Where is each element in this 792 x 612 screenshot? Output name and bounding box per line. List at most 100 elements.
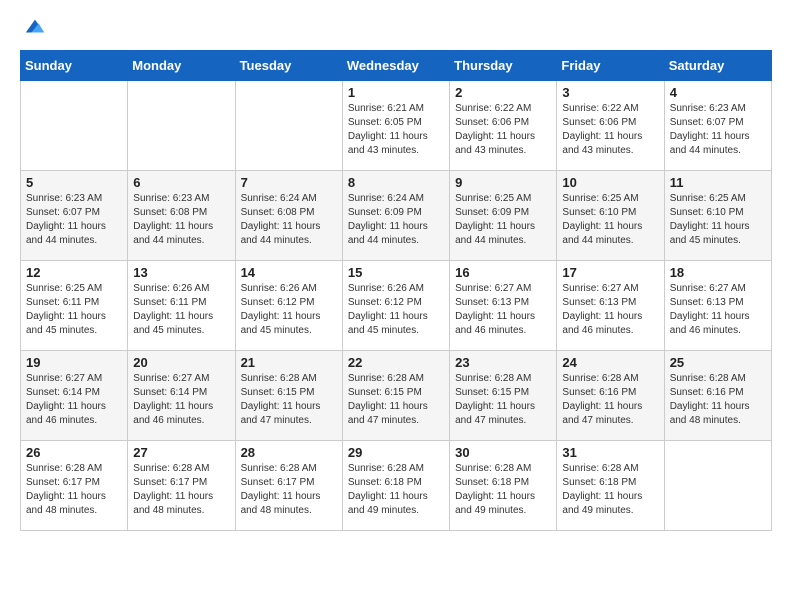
day-info: Sunrise: 6:24 AMSunset: 6:08 PMDaylight:… bbox=[241, 192, 337, 248]
calendar-week-5: 26 Sunrise: 6:28 AMSunset: 6:17 PMDayligh… bbox=[21, 441, 772, 531]
day-info: Sunrise: 6:28 AMSunset: 6:15 PMDaylight:… bbox=[455, 372, 551, 428]
calendar-cell: 16 Sunrise: 6:27 AMSunset: 6:13 PMDayligh… bbox=[450, 261, 557, 351]
logo bbox=[20, 16, 46, 38]
calendar-cell: 30Sunrise: 6:28 AMSunset: 6:18 PMDayligh… bbox=[450, 441, 557, 531]
day-info: Sunrise: 6:28 AMSunset: 6:15 PMDaylight:… bbox=[241, 372, 337, 428]
calendar-cell: 1 Sunrise: 6:21 AMSunset: 6:05 PMDaylight… bbox=[342, 81, 449, 171]
day-info: Sunrise: 6:28 AMSunset: 6:18 PMDaylight:… bbox=[348, 462, 444, 518]
day-info: Sunrise: 6:28 AMSunset: 6:17 PMDaylight:… bbox=[241, 462, 337, 518]
day-number: 30 bbox=[455, 445, 551, 460]
calendar-cell: 20Sunrise: 6:27 AMSunset: 6:14 PMDayligh… bbox=[128, 351, 235, 441]
calendar-cell: 26Sunrise: 6:28 AMSunset: 6:17 PMDayligh… bbox=[21, 441, 128, 531]
calendar-cell: 9 Sunrise: 6:25 AMSunset: 6:09 PMDaylight… bbox=[450, 171, 557, 261]
calendar-week-4: 19Sunrise: 6:27 AMSunset: 6:14 PMDayligh… bbox=[21, 351, 772, 441]
day-number: 24 bbox=[562, 355, 658, 370]
day-info: Sunrise: 6:25 AMSunset: 6:09 PMDaylight:… bbox=[455, 192, 551, 248]
calendar-cell: 12Sunrise: 6:25 AMSunset: 6:11 PMDayligh… bbox=[21, 261, 128, 351]
day-info: Sunrise: 6:26 AMSunset: 6:11 PMDaylight:… bbox=[133, 282, 229, 338]
day-info: Sunrise: 6:27 AMSunset: 6:14 PMDaylight:… bbox=[133, 372, 229, 428]
day-number: 14 bbox=[241, 265, 337, 280]
calendar-week-2: 5 Sunrise: 6:23 AMSunset: 6:07 PMDaylight… bbox=[21, 171, 772, 261]
logo-icon bbox=[24, 16, 46, 38]
day-number: 2 bbox=[455, 85, 551, 100]
day-info: Sunrise: 6:27 AMSunset: 6:14 PMDaylight:… bbox=[26, 372, 122, 428]
day-info: Sunrise: 6:22 AMSunset: 6:06 PMDaylight:… bbox=[562, 102, 658, 158]
day-number: 23 bbox=[455, 355, 551, 370]
calendar-cell: 7 Sunrise: 6:24 AMSunset: 6:08 PMDaylight… bbox=[235, 171, 342, 261]
day-number: 27 bbox=[133, 445, 229, 460]
calendar-cell: 31Sunrise: 6:28 AMSunset: 6:18 PMDayligh… bbox=[557, 441, 664, 531]
day-info: Sunrise: 6:26 AMSunset: 6:12 PMDaylight:… bbox=[241, 282, 337, 338]
calendar-header-thursday: Thursday bbox=[450, 51, 557, 81]
calendar-cell: 3Sunrise: 6:22 AMSunset: 6:06 PMDaylight… bbox=[557, 81, 664, 171]
day-number: 29 bbox=[348, 445, 444, 460]
day-info: Sunrise: 6:25 AMSunset: 6:10 PMDaylight:… bbox=[562, 192, 658, 248]
day-number: 7 bbox=[241, 175, 337, 190]
day-number: 13 bbox=[133, 265, 229, 280]
calendar-cell: 10 Sunrise: 6:25 AMSunset: 6:10 PMDayligh… bbox=[557, 171, 664, 261]
calendar-cell: 24 Sunrise: 6:28 AMSunset: 6:16 PMDayligh… bbox=[557, 351, 664, 441]
calendar-cell: 11 Sunrise: 6:25 AMSunset: 6:10 PMDayligh… bbox=[664, 171, 771, 261]
calendar-cell bbox=[664, 441, 771, 531]
calendar-cell: 25 Sunrise: 6:28 AMSunset: 6:16 PMDayligh… bbox=[664, 351, 771, 441]
calendar-cell: 15Sunrise: 6:26 AMSunset: 6:12 PMDayligh… bbox=[342, 261, 449, 351]
day-number: 17 bbox=[562, 265, 658, 280]
calendar-cell: 17 Sunrise: 6:27 AMSunset: 6:13 PMDayligh… bbox=[557, 261, 664, 351]
calendar-cell: 19Sunrise: 6:27 AMSunset: 6:14 PMDayligh… bbox=[21, 351, 128, 441]
calendar-table: SundayMondayTuesdayWednesdayThursdayFrid… bbox=[20, 50, 772, 531]
calendar-header-friday: Friday bbox=[557, 51, 664, 81]
day-number: 16 bbox=[455, 265, 551, 280]
day-info: Sunrise: 6:27 AMSunset: 6:13 PMDaylight:… bbox=[562, 282, 658, 338]
calendar-header-monday: Monday bbox=[128, 51, 235, 81]
day-number: 15 bbox=[348, 265, 444, 280]
calendar-header-row: SundayMondayTuesdayWednesdayThursdayFrid… bbox=[21, 51, 772, 81]
day-info: Sunrise: 6:28 AMSunset: 6:18 PMDaylight:… bbox=[562, 462, 658, 518]
day-number: 18 bbox=[670, 265, 766, 280]
calendar-header-saturday: Saturday bbox=[664, 51, 771, 81]
calendar-cell: 18 Sunrise: 6:27 AMSunset: 6:13 PMDayligh… bbox=[664, 261, 771, 351]
day-number: 10 bbox=[562, 175, 658, 190]
calendar-cell: 21 Sunrise: 6:28 AMSunset: 6:15 PMDayligh… bbox=[235, 351, 342, 441]
calendar-week-1: 1 Sunrise: 6:21 AMSunset: 6:05 PMDaylight… bbox=[21, 81, 772, 171]
calendar-cell: 14 Sunrise: 6:26 AMSunset: 6:12 PMDayligh… bbox=[235, 261, 342, 351]
calendar-cell: 13 Sunrise: 6:26 AMSunset: 6:11 PMDayligh… bbox=[128, 261, 235, 351]
day-info: Sunrise: 6:23 AMSunset: 6:08 PMDaylight:… bbox=[133, 192, 229, 248]
day-info: Sunrise: 6:25 AMSunset: 6:11 PMDaylight:… bbox=[26, 282, 122, 338]
calendar-cell: 8 Sunrise: 6:24 AMSunset: 6:09 PMDaylight… bbox=[342, 171, 449, 261]
day-info: Sunrise: 6:25 AMSunset: 6:10 PMDaylight:… bbox=[670, 192, 766, 248]
calendar-week-3: 12Sunrise: 6:25 AMSunset: 6:11 PMDayligh… bbox=[21, 261, 772, 351]
day-number: 25 bbox=[670, 355, 766, 370]
calendar-header-sunday: Sunday bbox=[21, 51, 128, 81]
day-number: 9 bbox=[455, 175, 551, 190]
day-info: Sunrise: 6:27 AMSunset: 6:13 PMDaylight:… bbox=[455, 282, 551, 338]
day-info: Sunrise: 6:28 AMSunset: 6:16 PMDaylight:… bbox=[562, 372, 658, 428]
calendar-header-tuesday: Tuesday bbox=[235, 51, 342, 81]
day-number: 4 bbox=[670, 85, 766, 100]
day-info: Sunrise: 6:24 AMSunset: 6:09 PMDaylight:… bbox=[348, 192, 444, 248]
day-info: Sunrise: 6:22 AMSunset: 6:06 PMDaylight:… bbox=[455, 102, 551, 158]
day-info: Sunrise: 6:28 AMSunset: 6:15 PMDaylight:… bbox=[348, 372, 444, 428]
calendar-cell: 4 Sunrise: 6:23 AMSunset: 6:07 PMDaylight… bbox=[664, 81, 771, 171]
calendar-cell: 23 Sunrise: 6:28 AMSunset: 6:15 PMDayligh… bbox=[450, 351, 557, 441]
day-info: Sunrise: 6:23 AMSunset: 6:07 PMDaylight:… bbox=[670, 102, 766, 158]
calendar-cell: 28 Sunrise: 6:28 AMSunset: 6:17 PMDayligh… bbox=[235, 441, 342, 531]
calendar-cell bbox=[235, 81, 342, 171]
day-number: 11 bbox=[670, 175, 766, 190]
day-number: 21 bbox=[241, 355, 337, 370]
calendar-cell: 5 Sunrise: 6:23 AMSunset: 6:07 PMDaylight… bbox=[21, 171, 128, 261]
day-info: Sunrise: 6:28 AMSunset: 6:16 PMDaylight:… bbox=[670, 372, 766, 428]
calendar-cell bbox=[128, 81, 235, 171]
day-number: 1 bbox=[348, 85, 444, 100]
day-number: 5 bbox=[26, 175, 122, 190]
calendar-header-wednesday: Wednesday bbox=[342, 51, 449, 81]
day-info: Sunrise: 6:27 AMSunset: 6:13 PMDaylight:… bbox=[670, 282, 766, 338]
day-info: Sunrise: 6:21 AMSunset: 6:05 PMDaylight:… bbox=[348, 102, 444, 158]
day-number: 8 bbox=[348, 175, 444, 190]
calendar-cell: 29 Sunrise: 6:28 AMSunset: 6:18 PMDayligh… bbox=[342, 441, 449, 531]
day-number: 6 bbox=[133, 175, 229, 190]
calendar-cell: 22Sunrise: 6:28 AMSunset: 6:15 PMDayligh… bbox=[342, 351, 449, 441]
day-number: 26 bbox=[26, 445, 122, 460]
day-info: Sunrise: 6:28 AMSunset: 6:17 PMDaylight:… bbox=[133, 462, 229, 518]
day-number: 28 bbox=[241, 445, 337, 460]
day-info: Sunrise: 6:23 AMSunset: 6:07 PMDaylight:… bbox=[26, 192, 122, 248]
